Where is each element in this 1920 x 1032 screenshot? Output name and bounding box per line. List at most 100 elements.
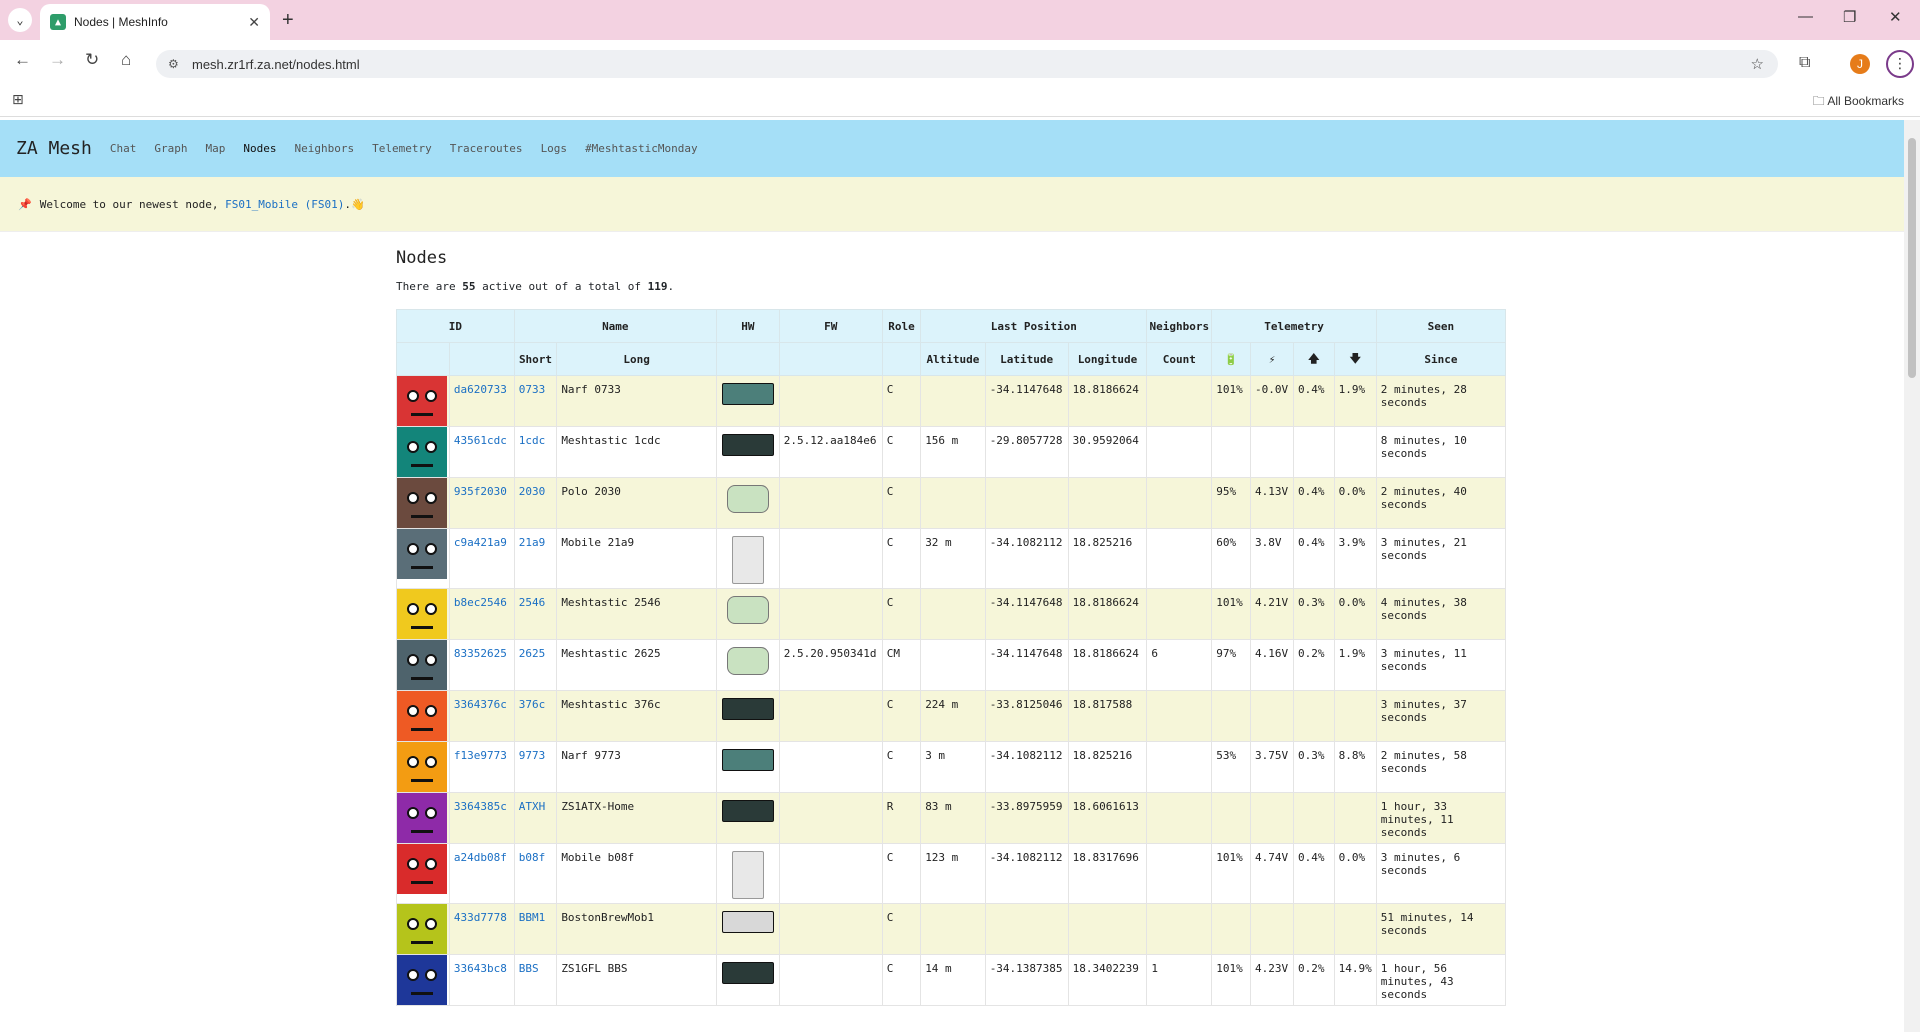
node-id-link[interactable]: 83352625 <box>454 647 507 660</box>
node-id-link[interactable]: b8ec2546 <box>454 596 507 609</box>
node-avatar-cell <box>396 588 450 640</box>
voltage: 4.16V <box>1250 639 1294 691</box>
node-short-link[interactable]: ATXH <box>519 800 546 813</box>
restore-icon[interactable]: ❐ <box>1843 8 1856 26</box>
node-id-link[interactable]: c9a421a9 <box>454 536 507 549</box>
air-util-tx: 0.3% <box>1292 588 1335 640</box>
node-short-link[interactable]: 2625 <box>519 647 546 660</box>
close-window-icon[interactable]: ✕ <box>1889 8 1902 26</box>
browser-tab-active[interactable]: ▲ Nodes | MeshInfo ✕ <box>40 4 270 40</box>
altitude: 32 m <box>920 528 986 589</box>
seen-since: 1 hour, 56 minutes, 43 seconds <box>1375 954 1507 1006</box>
node-avatar <box>397 376 447 426</box>
node-short-link[interactable]: 0733 <box>519 383 546 396</box>
neighbor-count <box>1146 741 1213 793</box>
role: C <box>881 954 922 1006</box>
longitude: 18.8186624 <box>1067 588 1148 640</box>
node-short-link[interactable]: BBM1 <box>519 911 546 924</box>
battery-level: 60% <box>1211 528 1252 589</box>
back-icon[interactable]: ← <box>14 50 31 70</box>
latitude <box>984 477 1069 529</box>
extensions-icon[interactable]: ⧉ <box>1799 52 1810 72</box>
profile-avatar[interactable]: J <box>1850 54 1870 74</box>
latitude: -33.8975959 <box>984 792 1069 844</box>
site-brand[interactable]: ZA Mesh <box>16 138 92 159</box>
battery-level: 101% <box>1211 375 1252 427</box>
node-avatar-cell <box>396 954 450 1006</box>
node-short-link[interactable]: 376c <box>519 698 546 711</box>
altitude <box>920 639 986 691</box>
node-short-link[interactable]: 9773 <box>519 749 546 762</box>
table-row: 433d7778 BBM1 BostonBrewMob1 C 51 minutes, 1… <box>396 903 1507 955</box>
node-short-link[interactable]: b08f <box>519 851 546 864</box>
newest-node-link[interactable]: FS01_Mobile (FS01) <box>225 198 344 211</box>
tab-strip: ⌄ ▲ Nodes | MeshInfo ✕ + — ❐ ✕ <box>0 0 1920 40</box>
node-short-link[interactable]: 21a9 <box>519 536 546 549</box>
col-header-id: ID <box>396 309 515 343</box>
page-title: Nodes <box>396 248 448 268</box>
nav-traceroutes[interactable]: Traceroutes <box>450 142 523 155</box>
node-avatar-cell <box>396 903 450 955</box>
apps-grid-icon[interactable]: ⊞ <box>12 92 24 108</box>
node-id-link[interactable]: 43561cdc <box>454 434 507 447</box>
neighbor-count <box>1146 528 1213 589</box>
node-id-link[interactable]: 433d7778 <box>454 911 507 924</box>
all-bookmarks-button[interactable]: 🗀 All Bookmarks <box>1813 92 1904 113</box>
node-short-link[interactable]: 2030 <box>519 485 546 498</box>
tab-search-dropdown-icon[interactable]: ⌄ <box>8 8 32 32</box>
hw-cell <box>715 954 780 1006</box>
node-id-link[interactable]: 935f2030 <box>454 485 507 498</box>
browser-menu-icon[interactable]: ⋮ <box>1886 50 1914 78</box>
site-info-icon[interactable]: ⚙ <box>168 57 179 71</box>
nav-chat[interactable]: Chat <box>110 142 137 155</box>
close-tab-icon[interactable]: ✕ <box>248 14 260 31</box>
role: C <box>881 426 922 478</box>
seen-since: 3 minutes, 21 seconds <box>1375 528 1507 589</box>
page-scrollbar[interactable] <box>1904 120 1920 1032</box>
altitude: 14 m <box>920 954 986 1006</box>
node-short-link[interactable]: 2546 <box>519 596 546 609</box>
address-bar[interactable]: ⚙ mesh.zr1rf.za.net/nodes.html ☆ <box>156 50 1778 78</box>
node-long-name: ZS1GFL BBS <box>556 954 717 1006</box>
node-avatar-cell <box>396 375 450 427</box>
longitude <box>1067 903 1148 955</box>
home-icon[interactable]: ⌂ <box>121 50 131 70</box>
node-long-name: Meshtastic 2625 <box>556 639 717 691</box>
nav-nodes[interactable]: Nodes <box>243 142 276 155</box>
node-id-link[interactable]: f13e9773 <box>454 749 507 762</box>
latitude: -34.1082112 <box>984 528 1069 589</box>
nav-telemetry[interactable]: Telemetry <box>372 142 432 155</box>
scrollbar-thumb[interactable] <box>1908 138 1916 378</box>
node-long-name: Mobile 21a9 <box>556 528 717 589</box>
forward-icon[interactable]: → <box>49 50 66 70</box>
node-id-link[interactable]: 3364376c <box>454 698 507 711</box>
bookmark-star-icon[interactable]: ☆ <box>1751 55 1764 73</box>
node-short-link[interactable]: 1cdc <box>519 434 546 447</box>
node-id-link[interactable]: 33643bc8 <box>454 962 507 975</box>
col-header-since: Since <box>1375 342 1507 376</box>
minimize-icon[interactable]: — <box>1798 8 1813 25</box>
new-tab-button[interactable]: + <box>282 8 294 32</box>
node-id-link[interactable]: a24db08f <box>454 851 507 864</box>
node-id-link[interactable]: 3364385c <box>454 800 507 813</box>
air-util-tx <box>1292 426 1335 478</box>
node-id-link[interactable]: da620733 <box>454 383 507 396</box>
seen-since: 2 minutes, 40 seconds <box>1375 477 1507 529</box>
col-header-name: Name <box>513 309 717 343</box>
firmware <box>778 741 883 793</box>
latitude: -34.1082112 <box>984 741 1069 793</box>
node-long-name: Narf 9773 <box>556 741 717 793</box>
reload-icon[interactable]: ↻ <box>85 50 99 70</box>
nav-neighbors[interactable]: Neighbors <box>294 142 354 155</box>
nav-meshtastic-monday[interactable]: #MeshtasticMonday <box>585 142 698 155</box>
role: R <box>881 792 922 844</box>
node-avatar <box>397 640 447 690</box>
voltage: 4.74V <box>1250 843 1294 904</box>
nav-map[interactable]: Map <box>205 142 225 155</box>
nav-graph[interactable]: Graph <box>154 142 187 155</box>
hw-cell <box>715 375 780 427</box>
node-avatar <box>397 478 447 528</box>
url-text[interactable]: mesh.zr1rf.za.net/nodes.html <box>192 57 360 72</box>
nav-logs[interactable]: Logs <box>541 142 568 155</box>
node-short-link[interactable]: BBS <box>519 962 539 975</box>
